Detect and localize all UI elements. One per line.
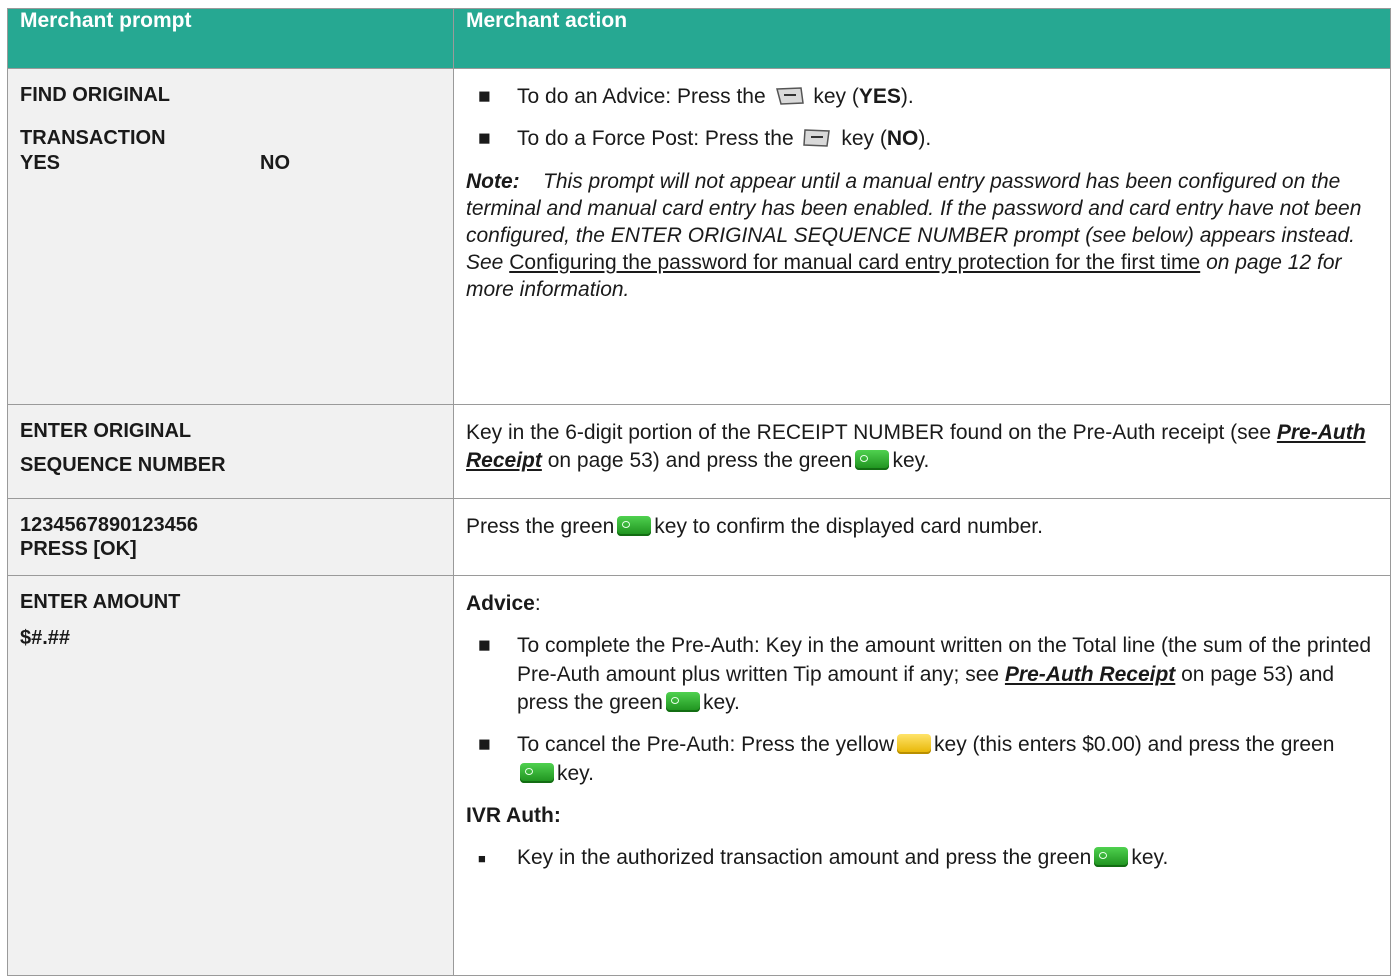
- prompt-cell: 1234567890123456 PRESS [OK]: [7, 498, 454, 576]
- ivr-auth-heading: IVR Auth:: [466, 804, 561, 828]
- action-cell: Advice: ■ To complete the Pre-Auth: Key …: [453, 575, 1391, 976]
- prompt-line: $#.##: [20, 627, 71, 650]
- bullet-marker: ■: [478, 733, 491, 757]
- table-row: ENTER ORIGINAL SEQUENCE NUMBER Key in th…: [7, 404, 1391, 499]
- green-ok-key-icon: [855, 450, 890, 471]
- prompt-line: 1234567890123456: [20, 514, 198, 536]
- pre-auth-receipt-link[interactable]: Pre-Auth Receipt: [1005, 663, 1175, 686]
- table-row: 1234567890123456 PRESS [OK] Press the gr…: [7, 498, 1391, 576]
- prompt-line: ENTER AMOUNT: [20, 591, 181, 613]
- header-merchant-action: Merchant action: [453, 8, 1391, 69]
- table-row: ENTER AMOUNT $#.## Advice: ■ To complete…: [7, 575, 1391, 976]
- prompt-cell: ENTER AMOUNT $#.##: [7, 575, 454, 976]
- softkey-yes-icon: [775, 87, 804, 105]
- action-cell: Press the green key to confirm the displa…: [453, 498, 1391, 576]
- green-ok-key-icon: [520, 762, 554, 783]
- softkey-no-icon: [803, 129, 831, 148]
- bullet-marker: ■: [478, 851, 486, 867]
- prompt-cell: ENTER ORIGINAL SEQUENCE NUMBER: [7, 404, 454, 499]
- action-cell: Key in the 6-digit portion of the RECEIP…: [453, 404, 1391, 499]
- prompt-yes: YES: [20, 151, 61, 174]
- prompt-line: ENTER ORIGINAL: [20, 420, 192, 442]
- list-item: ■ To cancel the Pre-Auth: Press the yell…: [478, 733, 1335, 785]
- prompt-no: NO: [260, 151, 290, 174]
- action-cell: ■ To do an Advice: Press the key (YES). …: [453, 68, 1391, 405]
- advice-heading: Advice:: [466, 592, 541, 615]
- header-merchant-prompt: Merchant prompt: [7, 8, 454, 69]
- bullet-marker: ■: [478, 634, 491, 658]
- list-item: ■ Key in the authorized transaction amou…: [478, 846, 1169, 870]
- green-ok-key-icon: [665, 692, 700, 713]
- yellow-clear-key-icon: [897, 734, 932, 755]
- list-item: ■ To do a Force Post: Press the key (NO)…: [466, 125, 1372, 153]
- list-item: ■ To do an Advice: Press the key (YES).: [466, 83, 1372, 111]
- prompt-cell: FIND ORIGINAL TRANSACTION YES NO: [7, 68, 454, 405]
- bullet-marker: ■: [478, 85, 491, 108]
- green-ok-key-icon: [1094, 847, 1129, 868]
- prompt-line: PRESS [OK]: [20, 538, 137, 561]
- prompt-line: TRANSACTION: [20, 127, 166, 150]
- list-item: ■ To complete the Pre-Auth: Key in the a…: [478, 634, 1372, 715]
- prompt-line: FIND ORIGINAL: [20, 84, 170, 106]
- merchant-prompt-table: Merchant prompt Merchant action FIND ORI…: [7, 8, 1391, 976]
- note-paragraph: Note: This prompt will not appear until …: [466, 169, 1362, 301]
- header-row: Merchant prompt Merchant action: [7, 8, 1391, 69]
- note-label: Note:: [466, 169, 520, 193]
- prompt-options: YES NO: [20, 151, 290, 175]
- prompt-line: SEQUENCE NUMBER: [20, 454, 226, 477]
- table-row: FIND ORIGINAL TRANSACTION YES NO ■ To do…: [7, 68, 1391, 405]
- bullet-marker: ■: [478, 127, 491, 151]
- green-ok-key-icon: [617, 516, 652, 536]
- configuring-password-link[interactable]: Configuring the password for manual card…: [509, 251, 1200, 274]
